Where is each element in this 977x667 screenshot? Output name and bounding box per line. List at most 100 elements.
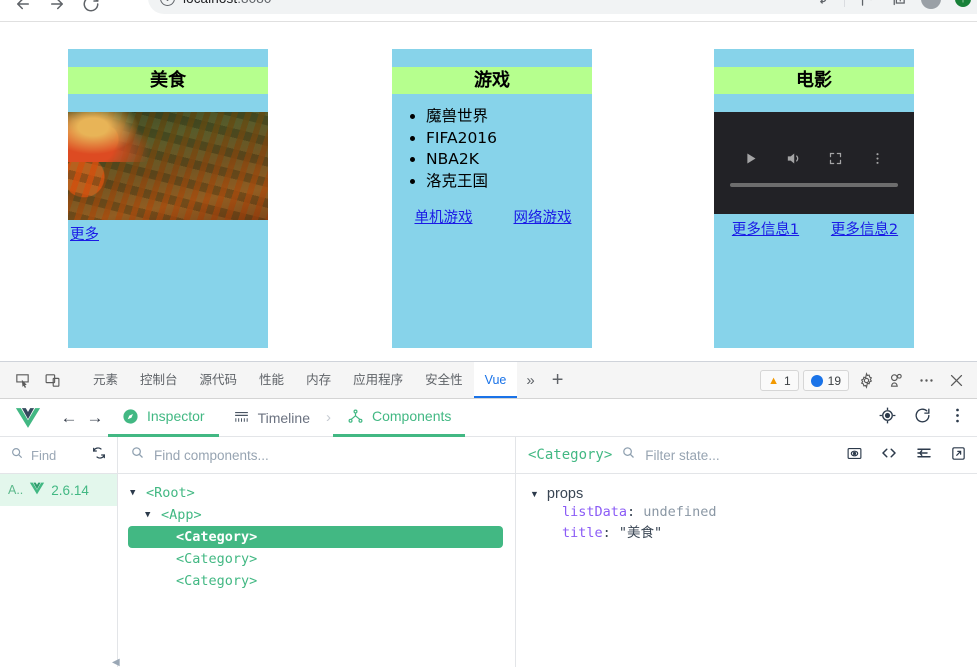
- device-toolbar-icon[interactable]: [38, 367, 66, 393]
- component-search-row[interactable]: Find components...: [118, 437, 515, 474]
- video-player[interactable]: [714, 112, 914, 214]
- info-circle-icon[interactable]: i: [160, 0, 175, 6]
- state-filter-placeholder[interactable]: Filter state...: [645, 448, 719, 463]
- caret-down-icon[interactable]: ▼: [530, 489, 539, 499]
- collapse-left-icon[interactable]: ◀: [112, 657, 120, 667]
- message-count: 19: [827, 373, 841, 388]
- settings-gear-icon[interactable]: [853, 369, 879, 393]
- singleplayer-games-link[interactable]: 单机游戏: [415, 206, 473, 227]
- card-title: 电影: [714, 67, 914, 94]
- list-item: 魔兽世界: [426, 106, 592, 128]
- more-vertical-icon[interactable]: [870, 151, 885, 171]
- tab-elements[interactable]: 元素: [82, 362, 129, 398]
- collapse-all-icon[interactable]: [915, 444, 933, 467]
- app-name: A..: [8, 483, 24, 497]
- list-item: 洛克王国: [426, 171, 592, 193]
- vue-tab-timeline[interactable]: Timeline: [219, 399, 324, 437]
- refresh-icon[interactable]: [913, 406, 932, 430]
- more-info-1-link[interactable]: 更多信息1: [732, 218, 799, 239]
- forward-arrow-icon[interactable]: [48, 0, 66, 13]
- tree-node-category-selected[interactable]: <Category>: [128, 526, 503, 548]
- browser-toolbar: i localhost:8080 ↑: [0, 0, 977, 22]
- target-icon[interactable]: [878, 406, 897, 430]
- pop-out-icon[interactable]: [950, 445, 967, 467]
- inspect-dom-icon[interactable]: [846, 445, 863, 467]
- tree-node-category[interactable]: <Category>: [118, 548, 515, 570]
- update-badge[interactable]: ↑: [955, 0, 971, 7]
- app-item-selected[interactable]: A.. 2.6.14: [0, 474, 117, 506]
- tab-memory[interactable]: 内存: [295, 362, 342, 398]
- video-controls: [714, 150, 914, 172]
- vue-panel-body: Find A.. 2.6.14 Find components... ▼ <Ro…: [0, 437, 977, 667]
- browser-nav-buttons: [0, 0, 100, 21]
- vue-logo-icon: [29, 482, 45, 498]
- split-view-icon[interactable]: [859, 0, 876, 8]
- tree-node-root[interactable]: ▼ <Root>: [118, 482, 515, 504]
- tree-node-app[interactable]: ▼ <App>: [118, 504, 515, 526]
- devtools-right-actions: ▲ 1 19: [760, 362, 969, 399]
- chevron-double-right-icon[interactable]: »: [517, 372, 543, 389]
- warning-badge[interactable]: ▲ 1: [760, 370, 799, 391]
- more-options-icon[interactable]: [913, 369, 939, 393]
- online-games-link[interactable]: 网络游戏: [514, 206, 572, 227]
- back-arrow-icon[interactable]: [14, 0, 32, 13]
- open-in-editor-icon[interactable]: [880, 444, 898, 467]
- plus-icon[interactable]: +: [544, 369, 572, 392]
- play-icon[interactable]: [743, 151, 758, 171]
- selected-component-name: <Category>: [528, 447, 613, 463]
- browser-toolbar-actions: ↑: [813, 0, 971, 15]
- avatar[interactable]: [921, 0, 941, 9]
- more-info-2-link[interactable]: 更多信息2: [831, 218, 898, 239]
- search-icon: [10, 446, 24, 465]
- app-search-placeholder[interactable]: Find: [31, 448, 65, 463]
- prop-row-listData[interactable]: listData: undefined: [530, 502, 977, 523]
- vue-tab-inspector[interactable]: Inspector: [108, 399, 219, 437]
- props-group-header[interactable]: ▼ props: [530, 486, 977, 502]
- share-icon[interactable]: [813, 0, 830, 8]
- prop-value: "美食": [618, 525, 663, 541]
- card-title: 游戏: [392, 67, 592, 94]
- tab-console[interactable]: 控制台: [129, 362, 189, 398]
- props-list: ▼ props listData: undefined title: "美食": [516, 474, 977, 544]
- vue-back-arrow-icon[interactable]: ←: [56, 408, 82, 428]
- category-card-movies: 电影 更多信息1 更多信息2: [714, 49, 914, 348]
- compass-icon: [123, 408, 138, 424]
- message-badge[interactable]: 19: [802, 370, 849, 391]
- list-item: FIFA2016: [426, 128, 592, 150]
- extensions-icon[interactable]: [890, 0, 907, 8]
- tree-node-category[interactable]: <Category>: [118, 570, 515, 592]
- vue-tab-components[interactable]: Components: [332, 399, 466, 437]
- tab-sources[interactable]: 源代码: [189, 362, 249, 398]
- more-link[interactable]: 更多: [70, 227, 99, 243]
- warning-triangle-icon: ▲: [768, 374, 779, 387]
- vue-forward-arrow-icon[interactable]: →: [82, 408, 108, 428]
- component-search-placeholder[interactable]: Find components...: [154, 448, 269, 463]
- customize-icon[interactable]: [883, 369, 909, 393]
- fullscreen-icon[interactable]: [828, 151, 843, 171]
- devtools-tab-bar: 元素 控制台 源代码 性能 内存 应用程序 安全性 Vue » + ▲ 1 19: [0, 362, 977, 399]
- card-links: 单机游戏 网络游戏: [392, 192, 592, 227]
- close-icon[interactable]: [943, 369, 969, 393]
- reload-icon[interactable]: [82, 0, 100, 13]
- caret-down-icon[interactable]: ▼: [145, 510, 155, 520]
- url-host: localhost: [183, 0, 237, 6]
- caret-down-icon[interactable]: ▼: [130, 488, 140, 498]
- timeline-icon: [234, 411, 248, 422]
- category-card-games: 游戏 魔兽世界 FIFA2016 NBA2K 洛克王国 单机游戏 网络游戏: [392, 49, 592, 348]
- volume-icon[interactable]: [785, 150, 802, 172]
- vue-more-vertical-icon[interactable]: [948, 406, 967, 430]
- tab-application[interactable]: 应用程序: [342, 362, 414, 398]
- tab-security[interactable]: 安全性: [414, 362, 474, 398]
- card-links: 更多: [68, 220, 268, 244]
- props-group-label: props: [546, 486, 584, 502]
- inspect-element-icon[interactable]: [8, 367, 36, 393]
- tree-node-label: <App>: [161, 507, 202, 523]
- tab-performance[interactable]: 性能: [248, 362, 295, 398]
- prop-row-title[interactable]: title: "美食": [530, 523, 977, 544]
- toolbar-divider: [844, 0, 845, 7]
- video-progress-bar[interactable]: [730, 183, 898, 187]
- tab-vue[interactable]: Vue: [473, 362, 518, 398]
- sync-icon[interactable]: [91, 445, 107, 466]
- tree-node-label: <Category>: [176, 573, 258, 589]
- card-links: 更多信息1 更多信息2: [714, 214, 914, 239]
